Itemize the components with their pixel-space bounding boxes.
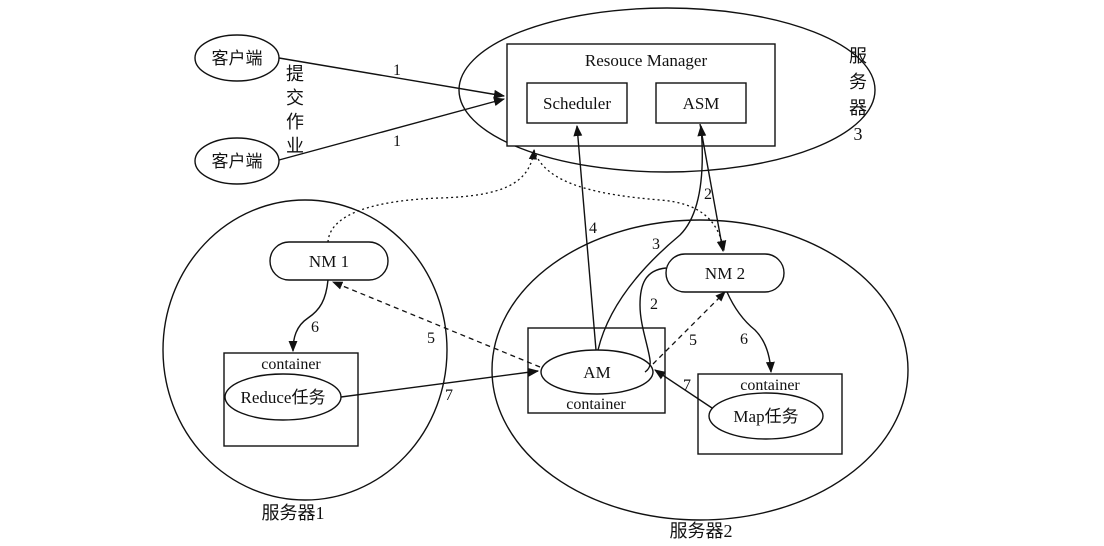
- am-label: AM: [583, 363, 610, 382]
- nm1-label: NM 1: [309, 252, 349, 271]
- svg-text:3: 3: [854, 124, 863, 144]
- step-2a: 2: [704, 186, 712, 203]
- svg-text:业: 业: [286, 136, 304, 156]
- map-task-label: Map任务: [733, 407, 798, 426]
- nm2-label: NM 2: [705, 264, 745, 283]
- client-1-label: 客户端: [212, 49, 263, 68]
- container-left-label: container: [261, 356, 321, 373]
- step-5a: 5: [427, 330, 435, 347]
- client-2-label: 客户端: [212, 152, 263, 171]
- svg-text:交: 交: [286, 88, 304, 108]
- server1-label: 服务器1: [262, 503, 325, 523]
- yarn-architecture-diagram: Resouce Manager Scheduler ASM 服 务 器 3 客户…: [162, 7, 909, 541]
- step-6b: 6: [740, 331, 748, 348]
- resource-manager-label: Resouce Manager: [585, 51, 708, 70]
- submit-job-label: 提 交 作 业: [286, 64, 304, 156]
- am-container-label: container: [566, 396, 626, 413]
- step-1a: 1: [393, 62, 401, 79]
- svg-text:服: 服: [849, 46, 867, 66]
- step-7a: 7: [445, 387, 453, 404]
- step-1b: 1: [393, 133, 401, 150]
- step-4: 4: [589, 220, 597, 237]
- reduce-task-label: Reduce任务: [241, 388, 326, 407]
- scheduler-label: Scheduler: [543, 94, 611, 113]
- arrow-client2-to-rm: [278, 97, 506, 161]
- step-2b: 2: [650, 296, 658, 313]
- step-3: 3: [652, 236, 660, 253]
- step-6a: 6: [311, 319, 319, 336]
- step-5b: 5: [689, 332, 697, 349]
- container-right-label: container: [740, 377, 800, 394]
- svg-text:作: 作: [286, 112, 304, 132]
- server2-label: 服务器2: [670, 521, 733, 541]
- svg-text:器: 器: [849, 98, 867, 118]
- asm-label: ASM: [683, 94, 720, 113]
- step-7b: 7: [683, 377, 691, 394]
- svg-text:务: 务: [849, 72, 867, 92]
- svg-text:提: 提: [286, 64, 304, 84]
